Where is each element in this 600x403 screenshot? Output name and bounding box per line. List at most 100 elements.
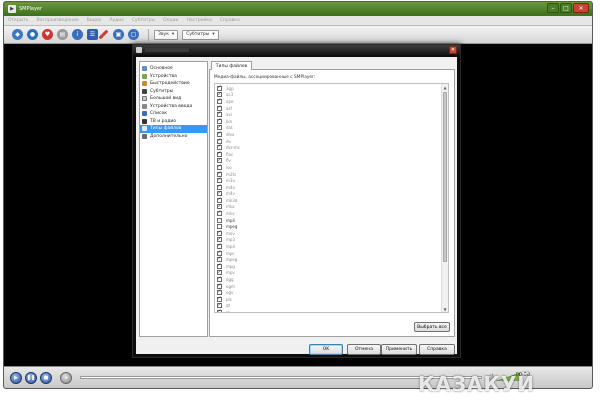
- sidebar-item-tv[interactable]: ТВ и радио: [140, 118, 207, 126]
- audio-combo[interactable]: Звук ▾: [154, 29, 179, 40]
- info-icon[interactable]: i: [72, 29, 83, 40]
- menu-subtitles[interactable]: Субтитры: [132, 18, 155, 23]
- file-type-row[interactable]: ✓ ogm: [217, 283, 240, 290]
- playlist-icon[interactable]: ▤: [57, 29, 68, 40]
- file-type-checkbox[interactable]: ✓: [217, 309, 222, 312]
- sidebar-item-file-types[interactable]: Типы файлов: [140, 125, 207, 133]
- sidebar-item-performance[interactable]: Быстродействие: [140, 80, 207, 88]
- select-all-button[interactable]: Выбрать все: [414, 322, 450, 332]
- file-type-row[interactable]: ✓ mp4: [217, 243, 240, 250]
- file-type-checkbox[interactable]: ✓: [217, 158, 222, 164]
- file-type-checkbox[interactable]: ✓: [217, 98, 222, 104]
- file-type-row[interactable]: ✓ mp3: [217, 237, 240, 244]
- file-type-row[interactable]: ✓ ogg: [217, 276, 240, 283]
- list-scrollbar[interactable]: ▲ ▼: [441, 84, 448, 312]
- file-type-checkbox[interactable]: ✓: [217, 125, 222, 131]
- file-type-row[interactable]: ✓ avi: [217, 111, 240, 118]
- file-type-checkbox[interactable]: ✓: [217, 257, 222, 263]
- pause-button[interactable]: ❚❚: [25, 371, 37, 384]
- dialog-close-button[interactable]: ✕: [449, 46, 457, 54]
- open-icon[interactable]: ◆: [12, 29, 23, 40]
- file-type-row[interactable]: ✓ pls: [217, 296, 240, 303]
- sidebar-item-playlist[interactable]: Список: [140, 110, 207, 118]
- file-type-row[interactable]: ✓ m4v: [217, 191, 240, 198]
- file-types-list[interactable]: ✓ 3gp ✓ ac3 ✓ ape ✓ asf ✓ avi ✓ bin ✓ dat ✓ divx ✓ dv ✓ dvr…: [214, 83, 449, 313]
- scrollbar-thumb[interactable]: [443, 92, 447, 262]
- cancel-button[interactable]: Отмена: [347, 344, 381, 355]
- file-type-checkbox[interactable]: [217, 217, 222, 223]
- file-type-row[interactable]: ✓ mov: [217, 230, 240, 237]
- file-type-checkbox[interactable]: ✓: [217, 178, 222, 184]
- close-button[interactable]: ✕: [573, 3, 589, 13]
- screenshot-icon[interactable]: [98, 29, 109, 40]
- menu-audio[interactable]: Аудио: [109, 18, 124, 23]
- scroll-up-icon[interactable]: ▲: [442, 84, 448, 90]
- compact-icon[interactable]: ▢: [128, 29, 139, 40]
- file-type-row[interactable]: ✓ mpc: [217, 250, 240, 257]
- file-type-checkbox[interactable]: ✓: [217, 270, 222, 276]
- file-type-row[interactable]: ✓ ogv: [217, 289, 240, 296]
- file-type-checkbox[interactable]: ✓: [217, 237, 222, 243]
- file-type-row[interactable]: ✓ bin: [217, 118, 240, 125]
- file-type-checkbox[interactable]: ✓: [217, 118, 222, 124]
- file-type-row[interactable]: ✓ qt: [217, 303, 240, 310]
- play-button[interactable]: ▶: [10, 371, 22, 384]
- file-type-row[interactable]: ✓ mpg: [217, 263, 240, 270]
- file-type-row[interactable]: ✓ flac: [217, 151, 240, 158]
- sidebar-item-general[interactable]: Основное: [140, 65, 207, 73]
- file-type-row[interactable]: ✓ mpv: [217, 270, 240, 277]
- file-type-checkbox[interactable]: ✓: [217, 244, 222, 250]
- file-type-row[interactable]: ✓ 3gp: [217, 85, 240, 92]
- sidebar-item-advanced[interactable]: Дополнительно: [140, 133, 207, 141]
- file-type-checkbox[interactable]: ✓: [217, 197, 222, 203]
- file-type-checkbox[interactable]: ✓: [217, 145, 222, 151]
- menu-video[interactable]: Видео: [87, 18, 102, 23]
- file-type-row[interactable]: ✓ iso: [217, 164, 240, 171]
- menu-play[interactable]: Воспроизведение: [37, 18, 79, 23]
- file-type-row[interactable]: ✓ ac3: [217, 92, 240, 99]
- file-type-row[interactable]: ✓ dv: [217, 138, 240, 145]
- apply-button[interactable]: Применить: [381, 344, 417, 355]
- favorites-icon[interactable]: ♥: [42, 29, 53, 40]
- file-type-checkbox[interactable]: ✓: [217, 105, 222, 111]
- stop-button[interactable]: ■: [40, 371, 52, 384]
- file-type-row[interactable]: ✓ mka: [217, 204, 240, 211]
- seek-bar[interactable]: [80, 376, 482, 379]
- file-type-row[interactable]: ✓ ra: [217, 309, 240, 312]
- file-type-checkbox[interactable]: ✓: [217, 290, 222, 296]
- ok-button[interactable]: OK: [309, 344, 343, 355]
- dialog-title-bar[interactable]: ✕: [133, 45, 460, 55]
- file-type-checkbox[interactable]: ✓: [217, 211, 222, 217]
- maximize-button[interactable]: □: [560, 3, 572, 13]
- tab-file-types[interactable]: Типы файлов: [211, 61, 252, 70]
- file-type-row[interactable]: ✓ flv: [217, 158, 240, 165]
- menu-settings[interactable]: Настройки: [186, 18, 211, 23]
- file-type-checkbox[interactable]: ✓: [217, 191, 222, 197]
- file-type-checkbox[interactable]: [217, 224, 222, 230]
- scroll-down-icon[interactable]: ▼: [442, 306, 448, 312]
- file-type-row[interactable]: ✓ dat: [217, 125, 240, 132]
- disc-icon[interactable]: ●: [27, 29, 38, 40]
- minimize-button[interactable]: –: [547, 3, 559, 13]
- file-type-checkbox[interactable]: ✓: [217, 131, 222, 137]
- subtitles-combo[interactable]: Субтитры ▾: [182, 29, 219, 40]
- rewind-button[interactable]: ◂: [60, 371, 72, 384]
- file-type-row[interactable]: ✓ mpeg: [217, 256, 240, 263]
- file-type-checkbox[interactable]: ✓: [217, 263, 222, 269]
- file-type-checkbox[interactable]: ✓: [217, 164, 222, 170]
- fullscreen-icon[interactable]: ▣: [113, 29, 124, 40]
- sidebar-item-devices[interactable]: Устройства: [140, 73, 207, 81]
- file-type-checkbox[interactable]: ✓: [217, 296, 222, 302]
- file-type-checkbox[interactable]: ✓: [217, 184, 222, 190]
- file-type-checkbox[interactable]: ✓: [217, 92, 222, 98]
- file-type-row[interactable]: ✓ mkv: [217, 210, 240, 217]
- file-type-checkbox[interactable]: ✓: [217, 250, 222, 256]
- file-type-row[interactable]: ✓ asf: [217, 105, 240, 112]
- file-type-row[interactable]: ✓ m4a: [217, 184, 240, 191]
- sidebar-item-input[interactable]: Устройства ввода: [140, 103, 207, 111]
- file-type-row[interactable]: ✓ mk3d: [217, 197, 240, 204]
- file-type-row[interactable]: ✓ m2ts: [217, 171, 240, 178]
- menu-open[interactable]: Открыть: [8, 18, 29, 23]
- menu-help[interactable]: Справка: [220, 18, 240, 23]
- volume-icon[interactable]: ◁): [486, 373, 494, 381]
